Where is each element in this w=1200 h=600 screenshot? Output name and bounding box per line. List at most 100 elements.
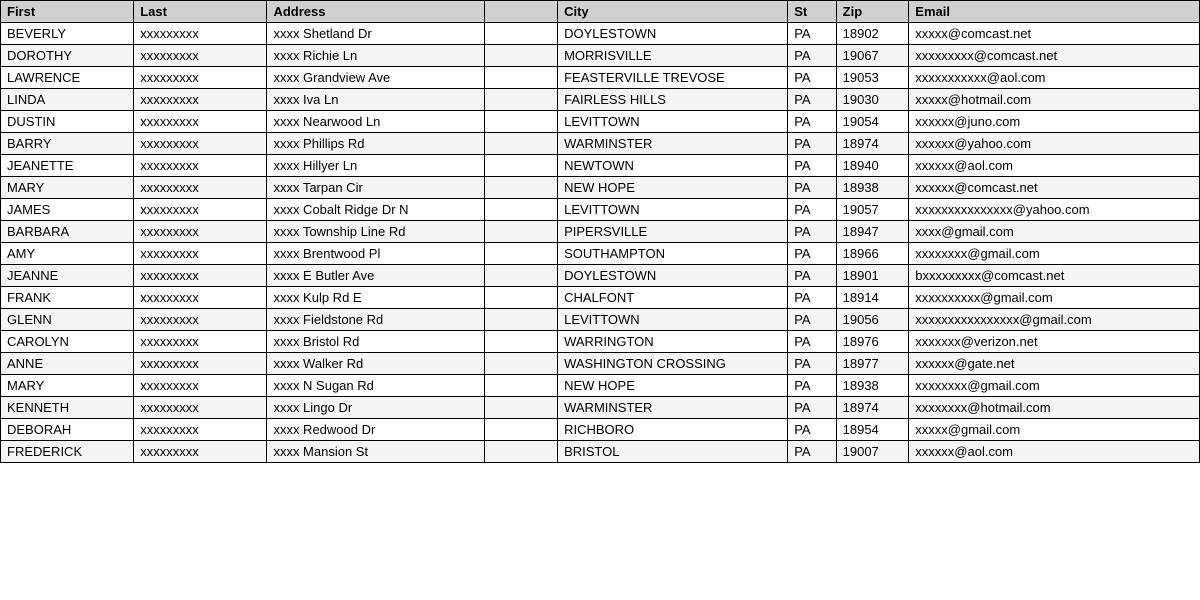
table-cell: xxxx Grandview Ave [267, 67, 485, 89]
table-cell: xxxx Nearwood Ln [267, 111, 485, 133]
table-cell: xxxx Hillyer Ln [267, 155, 485, 177]
table-cell: xxxxx@comcast.net [909, 23, 1200, 45]
table-cell [485, 133, 558, 155]
table-cell: DOYLESTOWN [558, 265, 788, 287]
table-cell: FREDERICK [1, 441, 134, 463]
table-cell: 19056 [836, 309, 909, 331]
table-cell: xxxx@gmail.com [909, 221, 1200, 243]
table-cell: DOYLESTOWN [558, 23, 788, 45]
table-cell: xxxxxxxxx [134, 67, 267, 89]
table-row: MARYxxxxxxxxxxxxx Tarpan CirNEW HOPEPA18… [1, 177, 1200, 199]
table-cell: xxxxxx@yahoo.com [909, 133, 1200, 155]
table-cell: xxxxxxxx@gmail.com [909, 375, 1200, 397]
table-cell: xxxxxxx@verizon.net [909, 331, 1200, 353]
table-cell: MARY [1, 375, 134, 397]
table-cell: RICHBORO [558, 419, 788, 441]
table-row: AMYxxxxxxxxxxxxx Brentwood PlSOUTHAMPTON… [1, 243, 1200, 265]
table-cell: xxxxxxxxx [134, 177, 267, 199]
header-zip: Zip [836, 1, 909, 23]
table-cell: xxxx E Butler Ave [267, 265, 485, 287]
table-row: CAROLYNxxxxxxxxxxxxx Bristol Rd WARRINGTO… [1, 331, 1200, 353]
table-cell: xxxxxxxxx [134, 397, 267, 419]
table-cell: WARRINGTON [558, 331, 788, 353]
table-cell: xxxxxxxxx [134, 89, 267, 111]
table-cell: PA [788, 397, 836, 419]
table-cell: PA [788, 221, 836, 243]
table-cell: 19057 [836, 199, 909, 221]
table-cell: xxxxxxxxx [134, 199, 267, 221]
table-cell: 18974 [836, 133, 909, 155]
table-cell: ANNE [1, 353, 134, 375]
table-cell: WARMINSTER [558, 397, 788, 419]
table-cell: xxxxxx@comcast.net [909, 177, 1200, 199]
table-cell: PA [788, 375, 836, 397]
table-cell: xxxxxxxxx [134, 441, 267, 463]
table-cell: 18947 [836, 221, 909, 243]
table-cell: PA [788, 111, 836, 133]
table-cell: CAROLYN [1, 331, 134, 353]
table-cell [485, 331, 558, 353]
table-cell: xxxxxxxxx [134, 309, 267, 331]
table-cell: xxxx Tarpan Cir [267, 177, 485, 199]
table-cell: xxxx Fieldstone Rd [267, 309, 485, 331]
table-cell: xxxx Township Line Rd [267, 221, 485, 243]
table-cell: 19054 [836, 111, 909, 133]
table-cell: LINDA [1, 89, 134, 111]
table-cell: xxxx Phillips Rd [267, 133, 485, 155]
table-cell: PA [788, 155, 836, 177]
table-cell: 18938 [836, 375, 909, 397]
table-cell [485, 111, 558, 133]
table-cell: xxxx Bristol Rd [267, 331, 485, 353]
table-cell [485, 221, 558, 243]
table-cell: SOUTHAMPTON [558, 243, 788, 265]
table-cell: PA [788, 243, 836, 265]
table-cell: xxxxxx@gate.net [909, 353, 1200, 375]
table-cell: PA [788, 89, 836, 111]
table-cell: PA [788, 23, 836, 45]
table-cell: xxxxx@gmail.com [909, 419, 1200, 441]
table-cell: xxxxxxxxxxx@aol.com [909, 67, 1200, 89]
table-cell: DOROTHY [1, 45, 134, 67]
table-cell: xxxx Walker Rd [267, 353, 485, 375]
table-cell: PA [788, 265, 836, 287]
table-cell [485, 45, 558, 67]
table-cell: xxxxxxxx@gmail.com [909, 243, 1200, 265]
table-cell [485, 243, 558, 265]
table-cell: PA [788, 353, 836, 375]
table-cell [485, 89, 558, 111]
table-cell: xxxxxxxxx [134, 353, 267, 375]
table-cell: PA [788, 199, 836, 221]
table-cell [485, 419, 558, 441]
table-cell: JAMES [1, 199, 134, 221]
table-cell [485, 199, 558, 221]
table-cell: 18901 [836, 265, 909, 287]
table-cell: 18902 [836, 23, 909, 45]
table-cell: 19053 [836, 67, 909, 89]
table-cell: xxxxxxxxx [134, 331, 267, 353]
header-addr2 [485, 1, 558, 23]
header-address: Address [267, 1, 485, 23]
table-row: DUSTINxxxxxxxxxxxxx Nearwood LnLEVITTOWN… [1, 111, 1200, 133]
table-cell: xxxxxx@juno.com [909, 111, 1200, 133]
table-cell: xxxx Brentwood Pl [267, 243, 485, 265]
table-cell: xxxxxxxxx [134, 111, 267, 133]
table-cell: DEBORAH [1, 419, 134, 441]
header-last: Last [134, 1, 267, 23]
table-row: BARBARAxxxxxxxxxxxxx Township Line RdPIP… [1, 221, 1200, 243]
table-cell: LEVITTOWN [558, 309, 788, 331]
table-cell: xxxx Iva Ln [267, 89, 485, 111]
table-row: GLENNxxxxxxxxxxxxx Fieldstone RdLEVITTOW… [1, 309, 1200, 331]
table-row: MARYxxxxxxxxxxxxx N Sugan RdNEW HOPEPA18… [1, 375, 1200, 397]
table-cell: FRANK [1, 287, 134, 309]
table-cell: xxxxxxxxxxxxxxx@yahoo.com [909, 199, 1200, 221]
table-cell: xxxx Lingo Dr [267, 397, 485, 419]
table-cell: LEVITTOWN [558, 111, 788, 133]
table-row: ANNExxxxxxxxxxxxx Walker RdWASHINGTON CR… [1, 353, 1200, 375]
table-cell: xxxxxxxxx [134, 419, 267, 441]
table-cell: 18966 [836, 243, 909, 265]
table-cell: bxxxxxxxxx@comcast.net [909, 265, 1200, 287]
table-cell: MARY [1, 177, 134, 199]
table-cell: LAWRENCE [1, 67, 134, 89]
table-cell: PIPERSVILLE [558, 221, 788, 243]
table-cell: CHALFONT [558, 287, 788, 309]
